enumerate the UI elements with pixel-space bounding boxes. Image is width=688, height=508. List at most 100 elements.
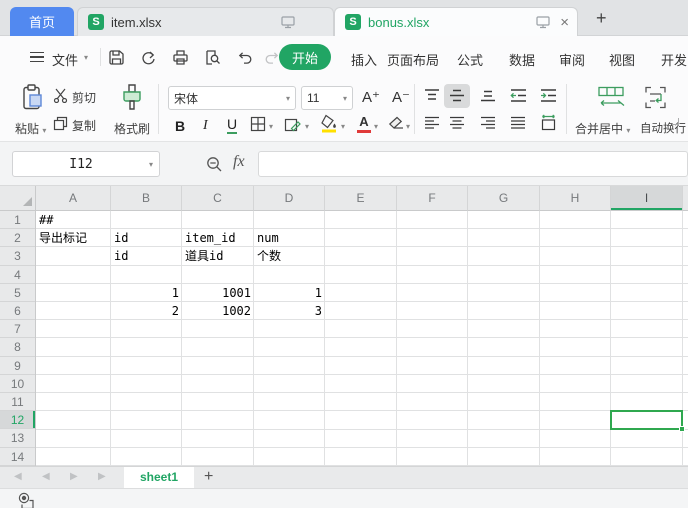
row-header-13[interactable]: 13 bbox=[0, 429, 35, 447]
row-header-9[interactable]: 9 bbox=[0, 357, 35, 375]
row-header-14[interactable]: 14 bbox=[0, 448, 35, 466]
font-color-icon[interactable]: A bbox=[356, 114, 372, 133]
cell-D2[interactable]: num bbox=[254, 229, 325, 247]
close-tab-icon[interactable]: × bbox=[560, 14, 569, 31]
column-header-C[interactable]: C bbox=[182, 186, 254, 211]
text-orientation-icon[interactable] bbox=[540, 114, 557, 131]
file-menu[interactable]: 文件 bbox=[52, 50, 78, 69]
row-header-7[interactable]: 7 bbox=[0, 320, 35, 338]
align-center-icon[interactable] bbox=[449, 116, 465, 130]
wrap-text-icon[interactable] bbox=[644, 86, 667, 109]
tab-bonus-xlsx[interactable]: S bonus.xlsx × bbox=[334, 7, 578, 36]
cut-button[interactable]: 剪切 bbox=[72, 89, 96, 106]
column-header-F[interactable]: F bbox=[397, 186, 468, 211]
formula-input[interactable] bbox=[258, 151, 688, 177]
column-header-E[interactable]: E bbox=[325, 186, 397, 211]
chevron-down-icon[interactable]: ▾ bbox=[374, 122, 378, 131]
row-header-4[interactable]: 4 bbox=[0, 266, 35, 284]
font-name-select[interactable]: 宋体▾ bbox=[168, 86, 296, 110]
cell-C6[interactable]: 1002 bbox=[182, 302, 254, 320]
cell-B5[interactable]: 1 bbox=[111, 284, 182, 302]
cell-D5[interactable]: 1 bbox=[254, 284, 325, 302]
column-header-G[interactable]: G bbox=[468, 186, 540, 211]
chevron-down-icon[interactable]: ▾ bbox=[305, 122, 309, 131]
add-sheet-button[interactable]: + bbox=[204, 468, 213, 486]
cut-icon[interactable] bbox=[53, 88, 68, 103]
save-button[interactable] bbox=[108, 49, 125, 66]
borders-icon[interactable] bbox=[250, 116, 266, 132]
column-header-B[interactable]: B bbox=[111, 186, 182, 211]
tab-home[interactable]: 首页 bbox=[10, 7, 74, 36]
ribbon-tab-developer[interactable]: 开发 bbox=[661, 50, 687, 69]
merge-center-icon[interactable] bbox=[597, 86, 625, 109]
wrap-text-button[interactable]: 自动换行 bbox=[640, 120, 686, 136]
align-middle-icon[interactable] bbox=[449, 88, 465, 103]
row-header-12[interactable]: 12 bbox=[0, 411, 35, 429]
row-header-5[interactable]: 5 bbox=[0, 284, 35, 302]
chevron-down-icon[interactable]: ▾ bbox=[406, 122, 410, 131]
print-preview-button[interactable] bbox=[204, 49, 221, 66]
selected-cell-outline[interactable] bbox=[610, 410, 683, 429]
cell-B2[interactable]: id bbox=[111, 229, 182, 247]
row-header-10[interactable]: 10 bbox=[0, 375, 35, 393]
italic-button[interactable]: I bbox=[203, 112, 208, 134]
align-left-icon[interactable] bbox=[424, 116, 440, 130]
ribbon-tab-insert[interactable]: 插入 bbox=[351, 50, 377, 69]
font-size-select[interactable]: 11▾ bbox=[301, 86, 353, 110]
row-header-6[interactable]: 6 bbox=[0, 302, 35, 320]
cell-C5[interactable]: 1001 bbox=[182, 284, 254, 302]
format-painter-button[interactable]: 格式刷 bbox=[114, 120, 150, 137]
last-sheet-icon[interactable]: ▶ bbox=[98, 471, 106, 482]
toolbar-expand-grip-icon[interactable] bbox=[672, 118, 679, 125]
copy-button[interactable]: 复制 bbox=[72, 117, 96, 134]
cell-A1[interactable]: ## bbox=[36, 211, 111, 229]
ribbon-tab-page-layout[interactable]: 页面布局 bbox=[387, 50, 439, 69]
next-sheet-icon[interactable]: ▶ bbox=[70, 471, 78, 482]
align-bottom-icon[interactable] bbox=[480, 88, 496, 103]
row-header-2[interactable]: 2 bbox=[0, 229, 35, 247]
row-header-8[interactable]: 8 bbox=[0, 338, 35, 356]
justify-icon[interactable] bbox=[510, 116, 526, 130]
cell-B6[interactable]: 2 bbox=[111, 302, 182, 320]
align-right-icon[interactable] bbox=[480, 116, 496, 130]
select-all-corner[interactable] bbox=[0, 186, 36, 211]
cell-C3[interactable]: 道具id bbox=[182, 247, 254, 265]
clear-format-eraser-icon[interactable] bbox=[388, 116, 405, 131]
share-button[interactable] bbox=[140, 49, 157, 66]
copy-icon[interactable] bbox=[53, 116, 68, 131]
chevron-down-icon[interactable]: ▾ bbox=[269, 122, 273, 131]
fx-insert-function[interactable]: fx bbox=[233, 153, 245, 171]
draw-border-icon[interactable] bbox=[284, 116, 302, 133]
fill-handle[interactable] bbox=[679, 426, 685, 432]
column-header-D[interactable]: D bbox=[254, 186, 325, 211]
column-header-I[interactable]: I bbox=[611, 186, 683, 211]
zoom-out-icon[interactable] bbox=[206, 156, 223, 173]
first-sheet-icon[interactable]: ◀ bbox=[14, 471, 22, 482]
hamburger-menu-icon[interactable] bbox=[30, 52, 44, 62]
cell-B3[interactable]: id bbox=[111, 247, 182, 265]
row-header-11[interactable]: 11 bbox=[0, 393, 35, 411]
increase-indent-icon[interactable] bbox=[540, 88, 557, 103]
ribbon-tab-review[interactable]: 审阅 bbox=[559, 50, 585, 69]
align-top-icon[interactable] bbox=[424, 88, 440, 103]
underline-button[interactable]: U bbox=[227, 112, 237, 134]
ribbon-tab-formulas[interactable]: 公式 bbox=[457, 50, 483, 69]
column-header-A[interactable]: A bbox=[36, 186, 111, 211]
print-button[interactable] bbox=[172, 49, 189, 66]
tab-item-xlsx[interactable]: S item.xlsx bbox=[77, 7, 334, 36]
new-tab-button[interactable]: + bbox=[596, 8, 607, 29]
paste-button[interactable]: 粘贴 ▾ bbox=[15, 120, 46, 137]
decrease-indent-icon[interactable] bbox=[510, 88, 527, 103]
column-header-H[interactable]: H bbox=[540, 186, 611, 211]
screen-reader-icon[interactable] bbox=[17, 492, 37, 508]
ribbon-tab-data[interactable]: 数据 bbox=[509, 50, 535, 69]
decrease-font-button[interactable]: A⁻ bbox=[392, 88, 410, 106]
format-painter-icon[interactable] bbox=[120, 83, 144, 111]
cell-C2[interactable]: item_id bbox=[182, 229, 254, 247]
ribbon-tab-view[interactable]: 视图 bbox=[609, 50, 635, 69]
row-header-3[interactable]: 3 bbox=[0, 247, 35, 265]
merge-center-button[interactable]: 合并居中 ▾ bbox=[575, 120, 630, 137]
spreadsheet-grid[interactable]: ##导出标记iditem_idnumid道具id个数110011210023 bbox=[36, 211, 688, 466]
undo-button[interactable] bbox=[236, 49, 253, 66]
chevron-down-icon[interactable]: ▾ bbox=[341, 122, 345, 131]
